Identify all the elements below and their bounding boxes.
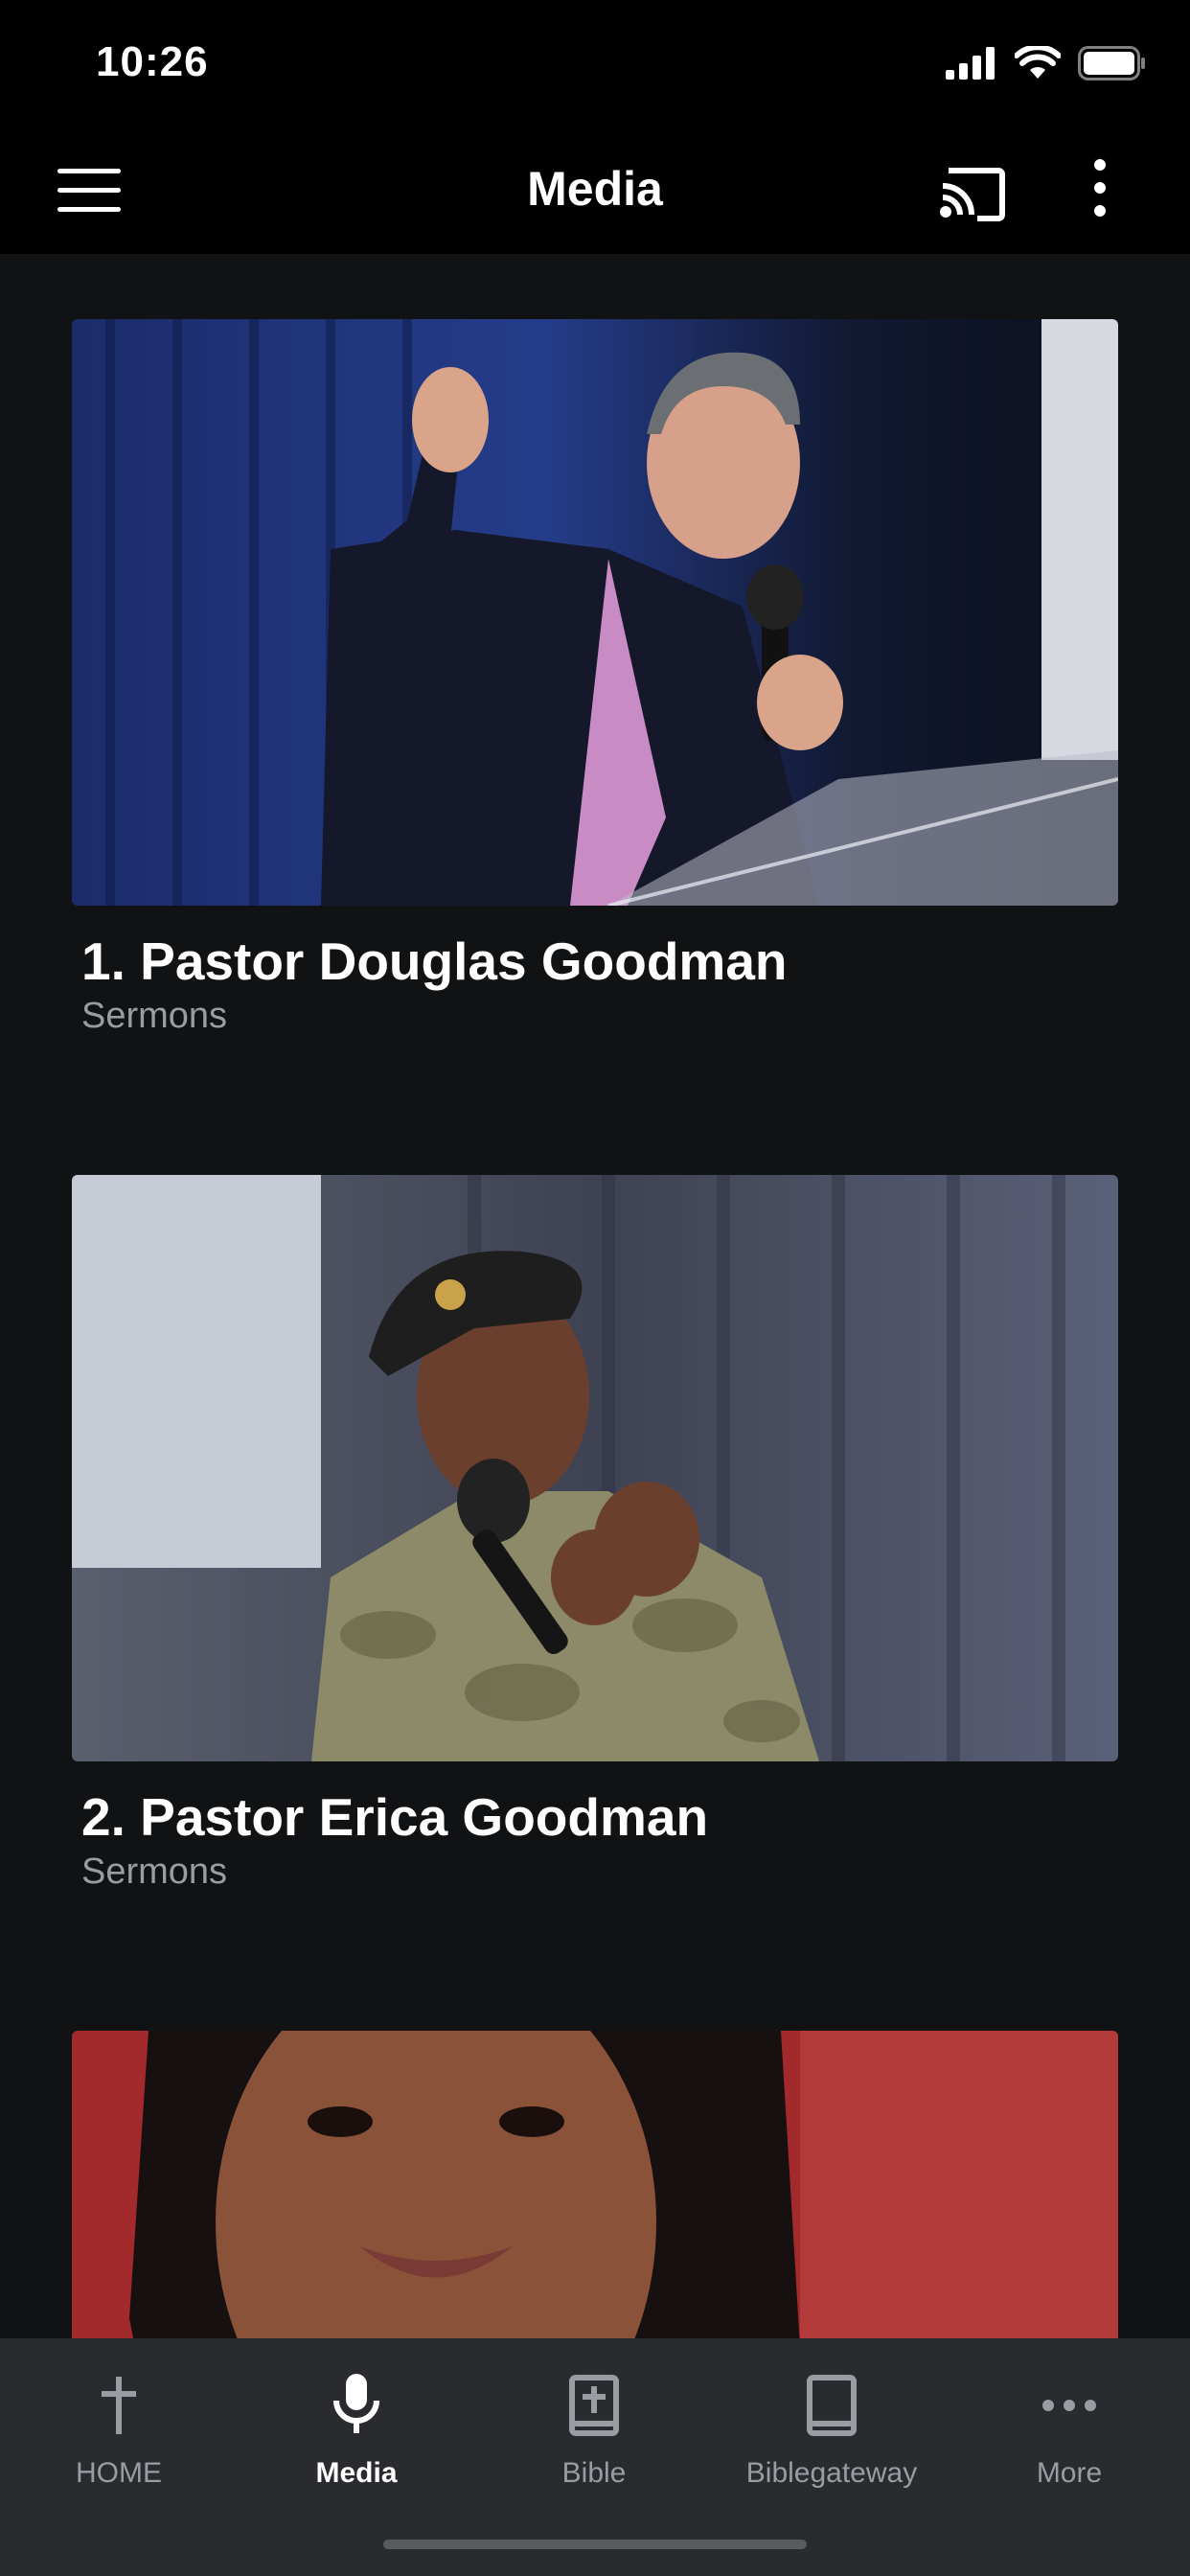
nav-label: HOME [76, 2457, 162, 2489]
media-item-title: 1. Pastor Douglas Goodman [81, 932, 788, 991]
nav-item-home[interactable]: HOME [0, 2358, 238, 2490]
nav-item-biblegateway[interactable]: Biblegateway [713, 2358, 950, 2490]
bible-icon [569, 2375, 619, 2436]
cross-icon [102, 2377, 136, 2434]
status-bar: 10:26 [0, 0, 1190, 134]
signal-icon [946, 47, 995, 80]
cast-icon[interactable] [937, 161, 1006, 222]
more-horizontal-icon [1042, 2400, 1096, 2411]
microphone-icon [333, 2374, 379, 2433]
app-bar: Media [0, 134, 1190, 254]
nav-label: Bible [561, 2457, 627, 2489]
media-list: 1. Pastor Douglas Goodman Sermons 2. Pas… [0, 254, 1190, 2338]
nav-item-bible[interactable]: Bible [475, 2358, 713, 2490]
media-thumbnail [72, 1175, 1118, 1761]
nav-label: Biblegateway [745, 2457, 918, 2489]
nav-label: Media [315, 2457, 398, 2489]
page-title: Media [527, 162, 663, 216]
wifi-icon [1015, 46, 1061, 79]
media-item-subtitle: Sermons [81, 1852, 228, 1892]
media-item-pastor-erica-goodman[interactable]: 2. Pastor Erica Goodman Sermons [72, 1175, 1118, 1893]
media-item-3[interactable] [72, 2031, 1118, 2338]
book-icon [807, 2375, 857, 2436]
media-item-subtitle: Sermons [81, 996, 228, 1036]
media-thumbnail [72, 319, 1118, 906]
nav-item-media[interactable]: Media [238, 2358, 475, 2490]
status-icons [946, 46, 1147, 80]
battery-icon [1078, 46, 1145, 80]
more-vert-icon[interactable] [1083, 159, 1117, 226]
nav-item-more[interactable]: More [950, 2358, 1188, 2490]
media-item-pastor-douglas-goodman[interactable]: 1. Pastor Douglas Goodman Sermons [72, 319, 1118, 1037]
nav-label: More [1036, 2457, 1103, 2489]
home-indicator[interactable] [383, 2540, 807, 2549]
hamburger-menu-icon[interactable] [57, 169, 121, 217]
status-time: 10:26 [96, 38, 209, 85]
media-thumbnail [72, 2031, 1118, 2338]
media-item-title: 2. Pastor Erica Goodman [81, 1787, 709, 1847]
